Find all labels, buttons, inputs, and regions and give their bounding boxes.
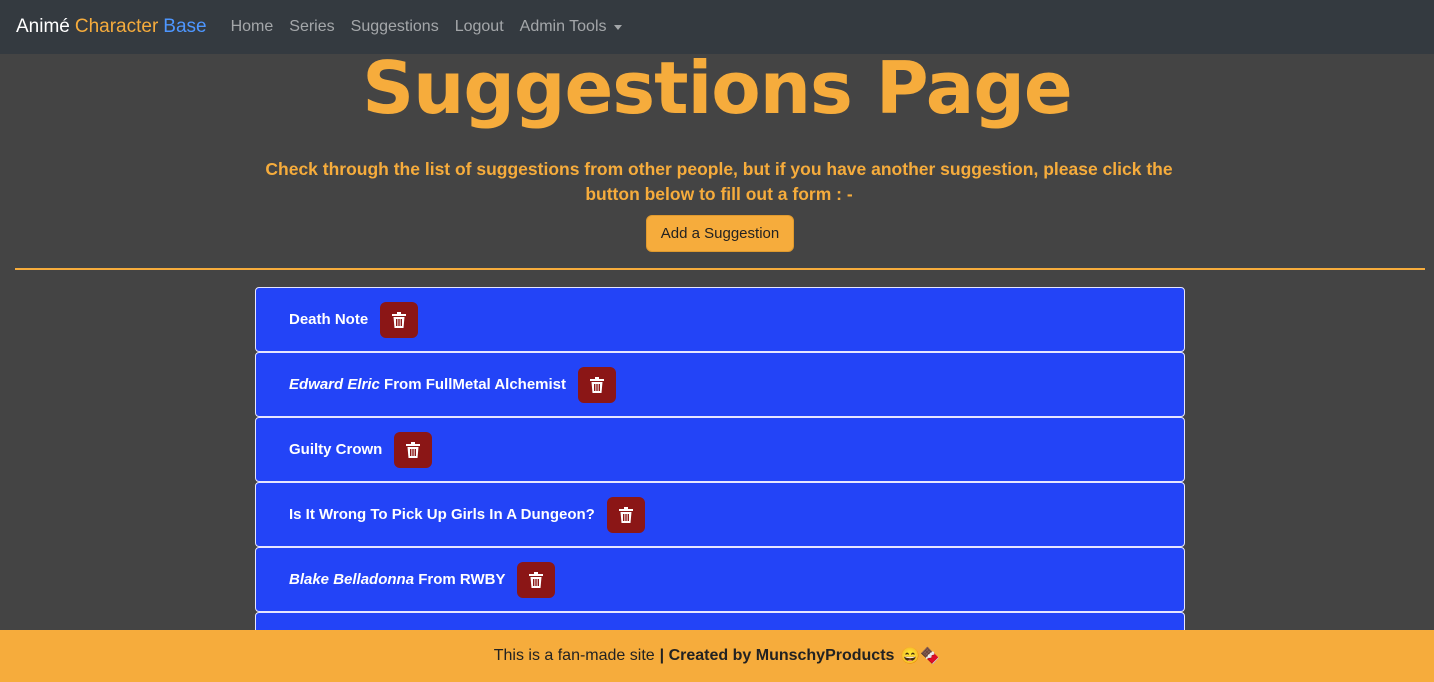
trash-icon xyxy=(590,376,605,393)
suggestion-character: Edward Elric xyxy=(289,376,380,393)
nav-admin-tools-label: Admin Tools xyxy=(519,18,607,35)
brand-logo[interactable]: Animé Character Base xyxy=(16,16,207,38)
delete-button[interactable] xyxy=(578,366,617,403)
list-item: Is It Wrong To Pick Up Girls In A Dungeo… xyxy=(255,482,1185,547)
nav-series[interactable]: Series xyxy=(289,18,334,36)
nav-admin-tools[interactable]: Admin Tools xyxy=(520,18,622,36)
add-suggestion-button[interactable]: Add a Suggestion xyxy=(646,215,794,252)
nav-home[interactable]: Home xyxy=(231,18,274,36)
delete-button[interactable] xyxy=(380,301,419,338)
trash-icon xyxy=(392,311,407,328)
nav-logout[interactable]: Logout xyxy=(455,18,504,36)
suggestion-text: Blake Belladonna From RWBY xyxy=(289,571,505,588)
suggestion-character: Blake Belladonna xyxy=(289,571,415,588)
delete-button[interactable] xyxy=(517,561,556,598)
footer-emoji: 😄🍫 xyxy=(900,648,941,665)
footer-text: This is a fan-made site xyxy=(493,647,655,664)
trash-icon xyxy=(529,571,544,588)
page-title: Suggestions Page xyxy=(362,46,1072,130)
list-item: Death Note xyxy=(255,287,1185,352)
list-item: Blake Belladonna From RWBY xyxy=(255,547,1185,612)
divider xyxy=(15,268,1425,270)
caret-down-icon xyxy=(613,24,622,30)
suggestion-label: From FullMetal Alchemist xyxy=(384,376,567,393)
suggestion-text: Is It Wrong To Pick Up Girls In A Dungeo… xyxy=(289,506,595,523)
intro-text: Check through the list of suggestions fr… xyxy=(265,159,1173,204)
suggestion-label: Death Note xyxy=(289,311,369,328)
list-item: Guilty Crown xyxy=(255,417,1185,482)
suggestion-text: Guilty Crown xyxy=(289,441,382,458)
brand-word-2: Character xyxy=(74,16,159,37)
trash-icon xyxy=(406,441,421,458)
suggestion-label: Is It Wrong To Pick Up Girls In A Dungeo… xyxy=(289,506,595,523)
suggestion-label: From RWBY xyxy=(418,571,506,588)
footer-credit: | Created by MunschyProducts xyxy=(659,647,895,664)
nav-suggestions[interactable]: Suggestions xyxy=(351,18,439,36)
suggestion-text: Death Note xyxy=(289,311,368,328)
list-item: Edward Elric From FullMetal Alchemist xyxy=(255,352,1185,417)
delete-button[interactable] xyxy=(606,496,645,533)
trash-icon xyxy=(618,506,633,523)
suggestion-list: Death Note Edward Elric From FullMetal Al… xyxy=(255,287,1185,677)
suggestion-text: Edward Elric From FullMetal Alchemist xyxy=(289,376,566,393)
suggestion-label: Guilty Crown xyxy=(289,441,383,458)
brand-word-1: Animé xyxy=(16,16,70,37)
brand-word-3: Base xyxy=(163,16,207,37)
delete-button[interactable] xyxy=(394,431,433,468)
footer: This is a fan-made site | Created by Mun… xyxy=(0,630,1434,682)
